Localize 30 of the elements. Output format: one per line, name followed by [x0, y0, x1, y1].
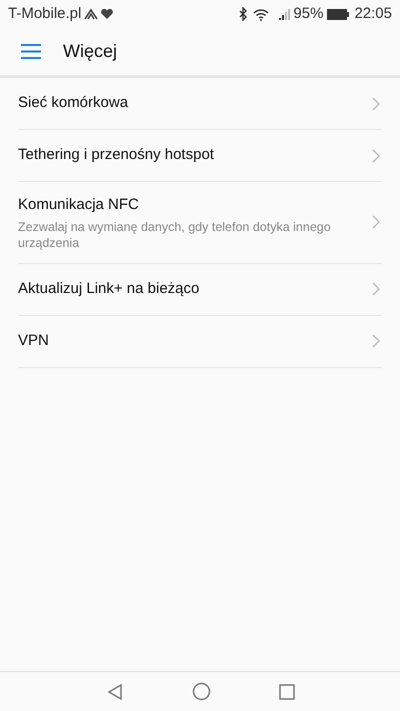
battery-icon	[327, 8, 350, 20]
settings-item[interactable]: VPN	[18, 316, 382, 368]
item-title: Tethering i przenośny hotspot	[18, 145, 215, 166]
screen-title: Więcej	[63, 40, 118, 63]
chevron-right-icon	[372, 334, 380, 348]
settings-item[interactable]: Aktualizuj Link+ na bieżąco	[18, 264, 382, 316]
settings-item[interactable]: Komunikacja NFC Zezwalaj na wymianę danych, gdy telefon dotyka innego urządzenia	[18, 182, 382, 264]
item-title: VPN	[18, 330, 50, 351]
home-icon[interactable]	[192, 682, 210, 701]
chevron-right-icon	[372, 282, 380, 296]
carrier-name: T-Mobile.pl	[8, 4, 82, 24]
navigation-icon	[84, 8, 98, 20]
chevron-right-icon	[372, 215, 380, 230]
heart-icon	[100, 8, 114, 20]
chevron-right-icon	[372, 148, 380, 162]
back-icon[interactable]	[106, 682, 124, 700]
wifi-icon	[253, 8, 270, 20]
item-title: Aktualizuj Link+ na bieżąco	[18, 278, 200, 299]
clock: 22:05	[354, 4, 392, 24]
chevron-right-icon	[372, 96, 380, 110]
menu-icon[interactable]	[21, 44, 41, 59]
item-subtitle: Zezwalaj na wymianę danych, gdy telefon dotyka innego urządzenia	[18, 218, 332, 250]
signal-icon	[279, 8, 292, 20]
recents-icon[interactable]	[278, 684, 294, 700]
bluetooth-icon	[239, 7, 248, 21]
battery-level: 95%	[293, 4, 324, 24]
item-title: Komunikacja NFC	[18, 195, 140, 215]
settings-item[interactable]: Tethering i przenośny hotspot	[18, 130, 382, 182]
item-title: Sieć komórkowa	[18, 93, 130, 114]
settings-item[interactable]: Sieć komórkowa	[18, 78, 382, 130]
